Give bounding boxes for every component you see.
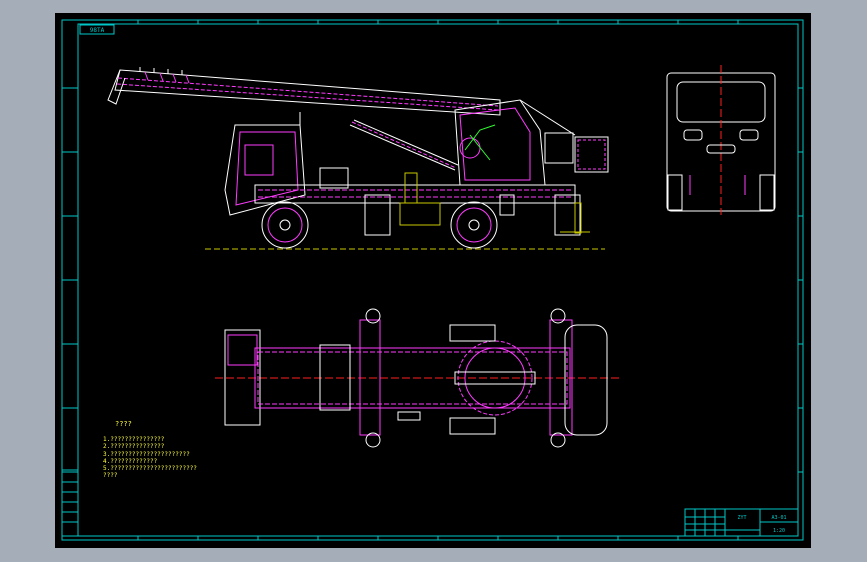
note-line-1: 1.??????????????? <box>103 436 165 443</box>
title-block-scale: 1:20 <box>773 528 785 534</box>
note-line-5: 5.???????????????????????? <box>103 465 197 472</box>
cad-drawing-canvas: 98TA ???? 1.??????????????? 2.??????????… <box>55 13 811 548</box>
note-line-2: 2.??????????????? <box>103 443 165 450</box>
note-line-3: 3.?????????????????????? <box>103 451 190 458</box>
title-tag-text: 98TA <box>90 27 105 34</box>
title-block-name: ZYT <box>737 515 746 521</box>
note-line-4: 4.????????????? <box>103 458 158 465</box>
notes-heading: ???? <box>115 420 132 428</box>
title-block-code: A3-01 <box>771 515 786 521</box>
note-line-6: ???? <box>103 472 118 479</box>
